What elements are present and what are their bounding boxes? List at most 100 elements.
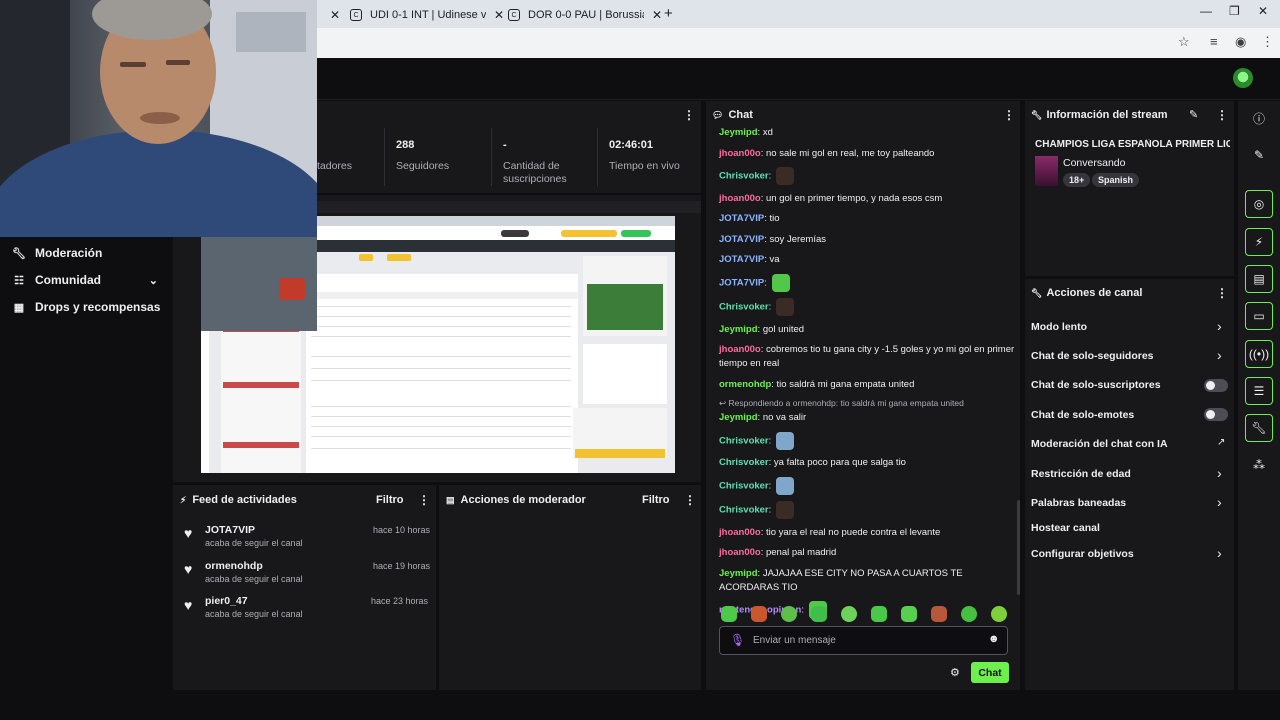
emoji-icon[interactable]: ☻ — [988, 633, 1000, 645]
profile-icon[interactable]: ◉ — [1235, 34, 1246, 50]
more-options-icon[interactable]: ⋮ — [683, 108, 695, 122]
emote-shark-icon[interactable] — [775, 476, 794, 495]
chevron-right-icon[interactable]: › — [1217, 545, 1222, 561]
feed-item-name[interactable]: pier0_47 — [205, 595, 248, 607]
chat-input[interactable]: 🎙︎ Enviar un mensaje ☻ — [719, 626, 1008, 655]
emote-shark-icon[interactable] — [775, 431, 794, 450]
slow-mode-item[interactable]: Modo lento — [1031, 321, 1087, 333]
more-options-icon[interactable]: ⋮ — [1003, 108, 1015, 122]
chat-username[interactable]: Chrisvoker — [719, 435, 769, 446]
lightning-icon[interactable]: ⚡︎ — [1245, 228, 1273, 256]
chat-username[interactable]: Chrisvoker — [719, 480, 769, 491]
edit-pencil-icon[interactable]: ✎ — [1189, 108, 1198, 121]
new-tab-icon[interactable]: + — [664, 5, 673, 22]
edit-pencil-icon[interactable]: ✎ — [1245, 141, 1273, 169]
chat-send-button[interactable]: Chat — [971, 662, 1009, 683]
nav-item-moderacion[interactable]: 🔧︎ Moderación — [12, 246, 102, 260]
chat-username[interactable]: jhoan00o — [719, 344, 761, 355]
chevron-right-icon[interactable]: › — [1217, 494, 1222, 510]
subscribers-only-toggle[interactable] — [1204, 379, 1228, 392]
set-goals-item[interactable]: Configurar objetivos — [1031, 548, 1134, 560]
chat-bubble-icon[interactable]: ▭ — [1245, 302, 1273, 330]
chat-scrollbar[interactable] — [1017, 500, 1020, 595]
emote-green-icon[interactable] — [771, 273, 790, 292]
emote-button[interactable] — [811, 606, 827, 622]
stream-category[interactable]: Conversando — [1063, 157, 1125, 169]
avatar[interactable] — [1233, 68, 1253, 88]
chat-username[interactable]: Jeymipd — [719, 127, 758, 138]
bookmark-star-icon[interactable]: ☆ — [1178, 34, 1190, 50]
target-icon[interactable]: ◎ — [1245, 190, 1273, 218]
plugins-icon[interactable]: ⁂ — [1245, 451, 1273, 479]
chat-username[interactable]: Jeymipd — [719, 324, 758, 335]
tag-badge[interactable]: Spanish — [1092, 173, 1140, 187]
emote-button[interactable] — [721, 606, 737, 622]
external-link-icon[interactable]: ↗ — [1217, 437, 1225, 448]
more-options-icon[interactable]: ⋮ — [1216, 286, 1228, 300]
chat-username[interactable]: Jeymipd — [719, 568, 758, 579]
info-icon[interactable]: ⓘ — [1245, 104, 1273, 132]
chat-username[interactable]: Chrisvoker — [719, 171, 769, 182]
feed-item-name[interactable]: ormenohdp — [205, 560, 263, 572]
chat-username[interactable]: JOTA7VIP — [719, 277, 764, 288]
age-restriction-item[interactable]: Restricción de edad — [1031, 468, 1131, 480]
emote-face-icon[interactable] — [775, 298, 794, 316]
feed-filter-button[interactable]: Filtro — [376, 494, 404, 506]
chat-username[interactable]: Chrisvoker — [719, 302, 769, 313]
chevron-right-icon[interactable]: › — [1217, 347, 1222, 363]
chat-username[interactable]: Chrisvoker — [719, 505, 769, 516]
chat-username[interactable]: JOTA7VIP — [719, 234, 764, 245]
browser-tab-1[interactable]: C UDI 0-1 INT | Udinese vs Inter E ✕ — [342, 4, 512, 26]
more-options-icon[interactable]: ⋮ — [684, 493, 696, 507]
broadcast-icon[interactable]: ((•)) — [1245, 340, 1273, 368]
emote-face-icon[interactable] — [775, 167, 794, 185]
stream-preview[interactable] — [201, 216, 675, 473]
chat-username[interactable]: JOTA7VIP — [719, 213, 764, 224]
restore-icon[interactable]: ❐ — [1229, 4, 1240, 18]
chevron-right-icon[interactable]: › — [1217, 465, 1222, 481]
emote-button[interactable] — [931, 606, 947, 622]
more-options-icon[interactable]: ⋮ — [1216, 108, 1228, 122]
emote-button[interactable] — [751, 606, 767, 622]
settings-gear-icon[interactable]: ⚙︎ — [950, 666, 960, 679]
minimize-icon[interactable]: — — [1200, 4, 1212, 18]
emote-button[interactable] — [961, 606, 977, 622]
chat-username[interactable]: ormenohdp — [719, 379, 771, 390]
emote-button[interactable] — [841, 606, 857, 622]
window-close-icon[interactable]: ✕ — [1258, 4, 1268, 18]
layout-icon[interactable]: ☰ — [1245, 377, 1273, 405]
close-icon[interactable]: ✕ — [652, 8, 662, 22]
chat-username[interactable]: jhoan00o — [719, 193, 761, 204]
feed-item-name[interactable]: JOTA7VIP — [205, 524, 255, 536]
followers-only-item[interactable]: Chat de solo-seguidores — [1031, 350, 1154, 362]
host-channel-item[interactable]: Hostear canal — [1031, 522, 1100, 534]
chat-username[interactable]: jhoan00o — [719, 527, 761, 538]
more-options-icon[interactable]: ⋮ — [418, 493, 430, 507]
chat-username[interactable]: jhoan00o — [719, 547, 761, 558]
tag-badge[interactable]: 18+ — [1063, 173, 1091, 187]
chevron-right-icon[interactable]: › — [1217, 318, 1222, 334]
chat-username[interactable]: jhoan00o — [719, 148, 761, 159]
chat-username[interactable]: JOTA7VIP — [719, 254, 764, 265]
emote-face-icon[interactable] — [775, 501, 794, 519]
mod-filter-button[interactable]: Filtro — [642, 494, 670, 506]
emote-button[interactable] — [871, 606, 887, 622]
media-icon[interactable]: ≡ — [1210, 34, 1218, 49]
banned-words-item[interactable]: Palabras baneadas — [1031, 497, 1126, 509]
chat-username[interactable]: Jeymipd — [719, 412, 758, 423]
category-thumbnail[interactable] — [1035, 156, 1058, 186]
emote-button[interactable] — [781, 606, 797, 622]
menu-icon[interactable]: ⋮ — [1261, 34, 1274, 50]
microphone-icon[interactable]: 🎙︎ — [730, 633, 745, 647]
mod-actions-header: ▤ Acciones de moderador — [446, 494, 586, 506]
chat-username[interactable]: Chrisvoker — [719, 457, 769, 468]
browser-tab-2[interactable]: C DOR 0-0 PAU | Borussia Dortmu ✕ — [500, 4, 670, 26]
nav-item-drops[interactable]: ▦ Drops y recompensas — [12, 300, 161, 314]
ai-moderation-item[interactable]: Moderación del chat con IA — [1031, 438, 1168, 450]
emotes-only-toggle[interactable] — [1204, 408, 1228, 421]
emote-button[interactable] — [991, 606, 1007, 622]
wrench-icon[interactable]: 🔧︎ — [1245, 414, 1273, 442]
nav-item-comunidad[interactable]: ☷ Comunidad ⌄ — [12, 273, 158, 287]
emote-button[interactable] — [901, 606, 917, 622]
document-icon[interactable]: ▤ — [1245, 265, 1273, 293]
